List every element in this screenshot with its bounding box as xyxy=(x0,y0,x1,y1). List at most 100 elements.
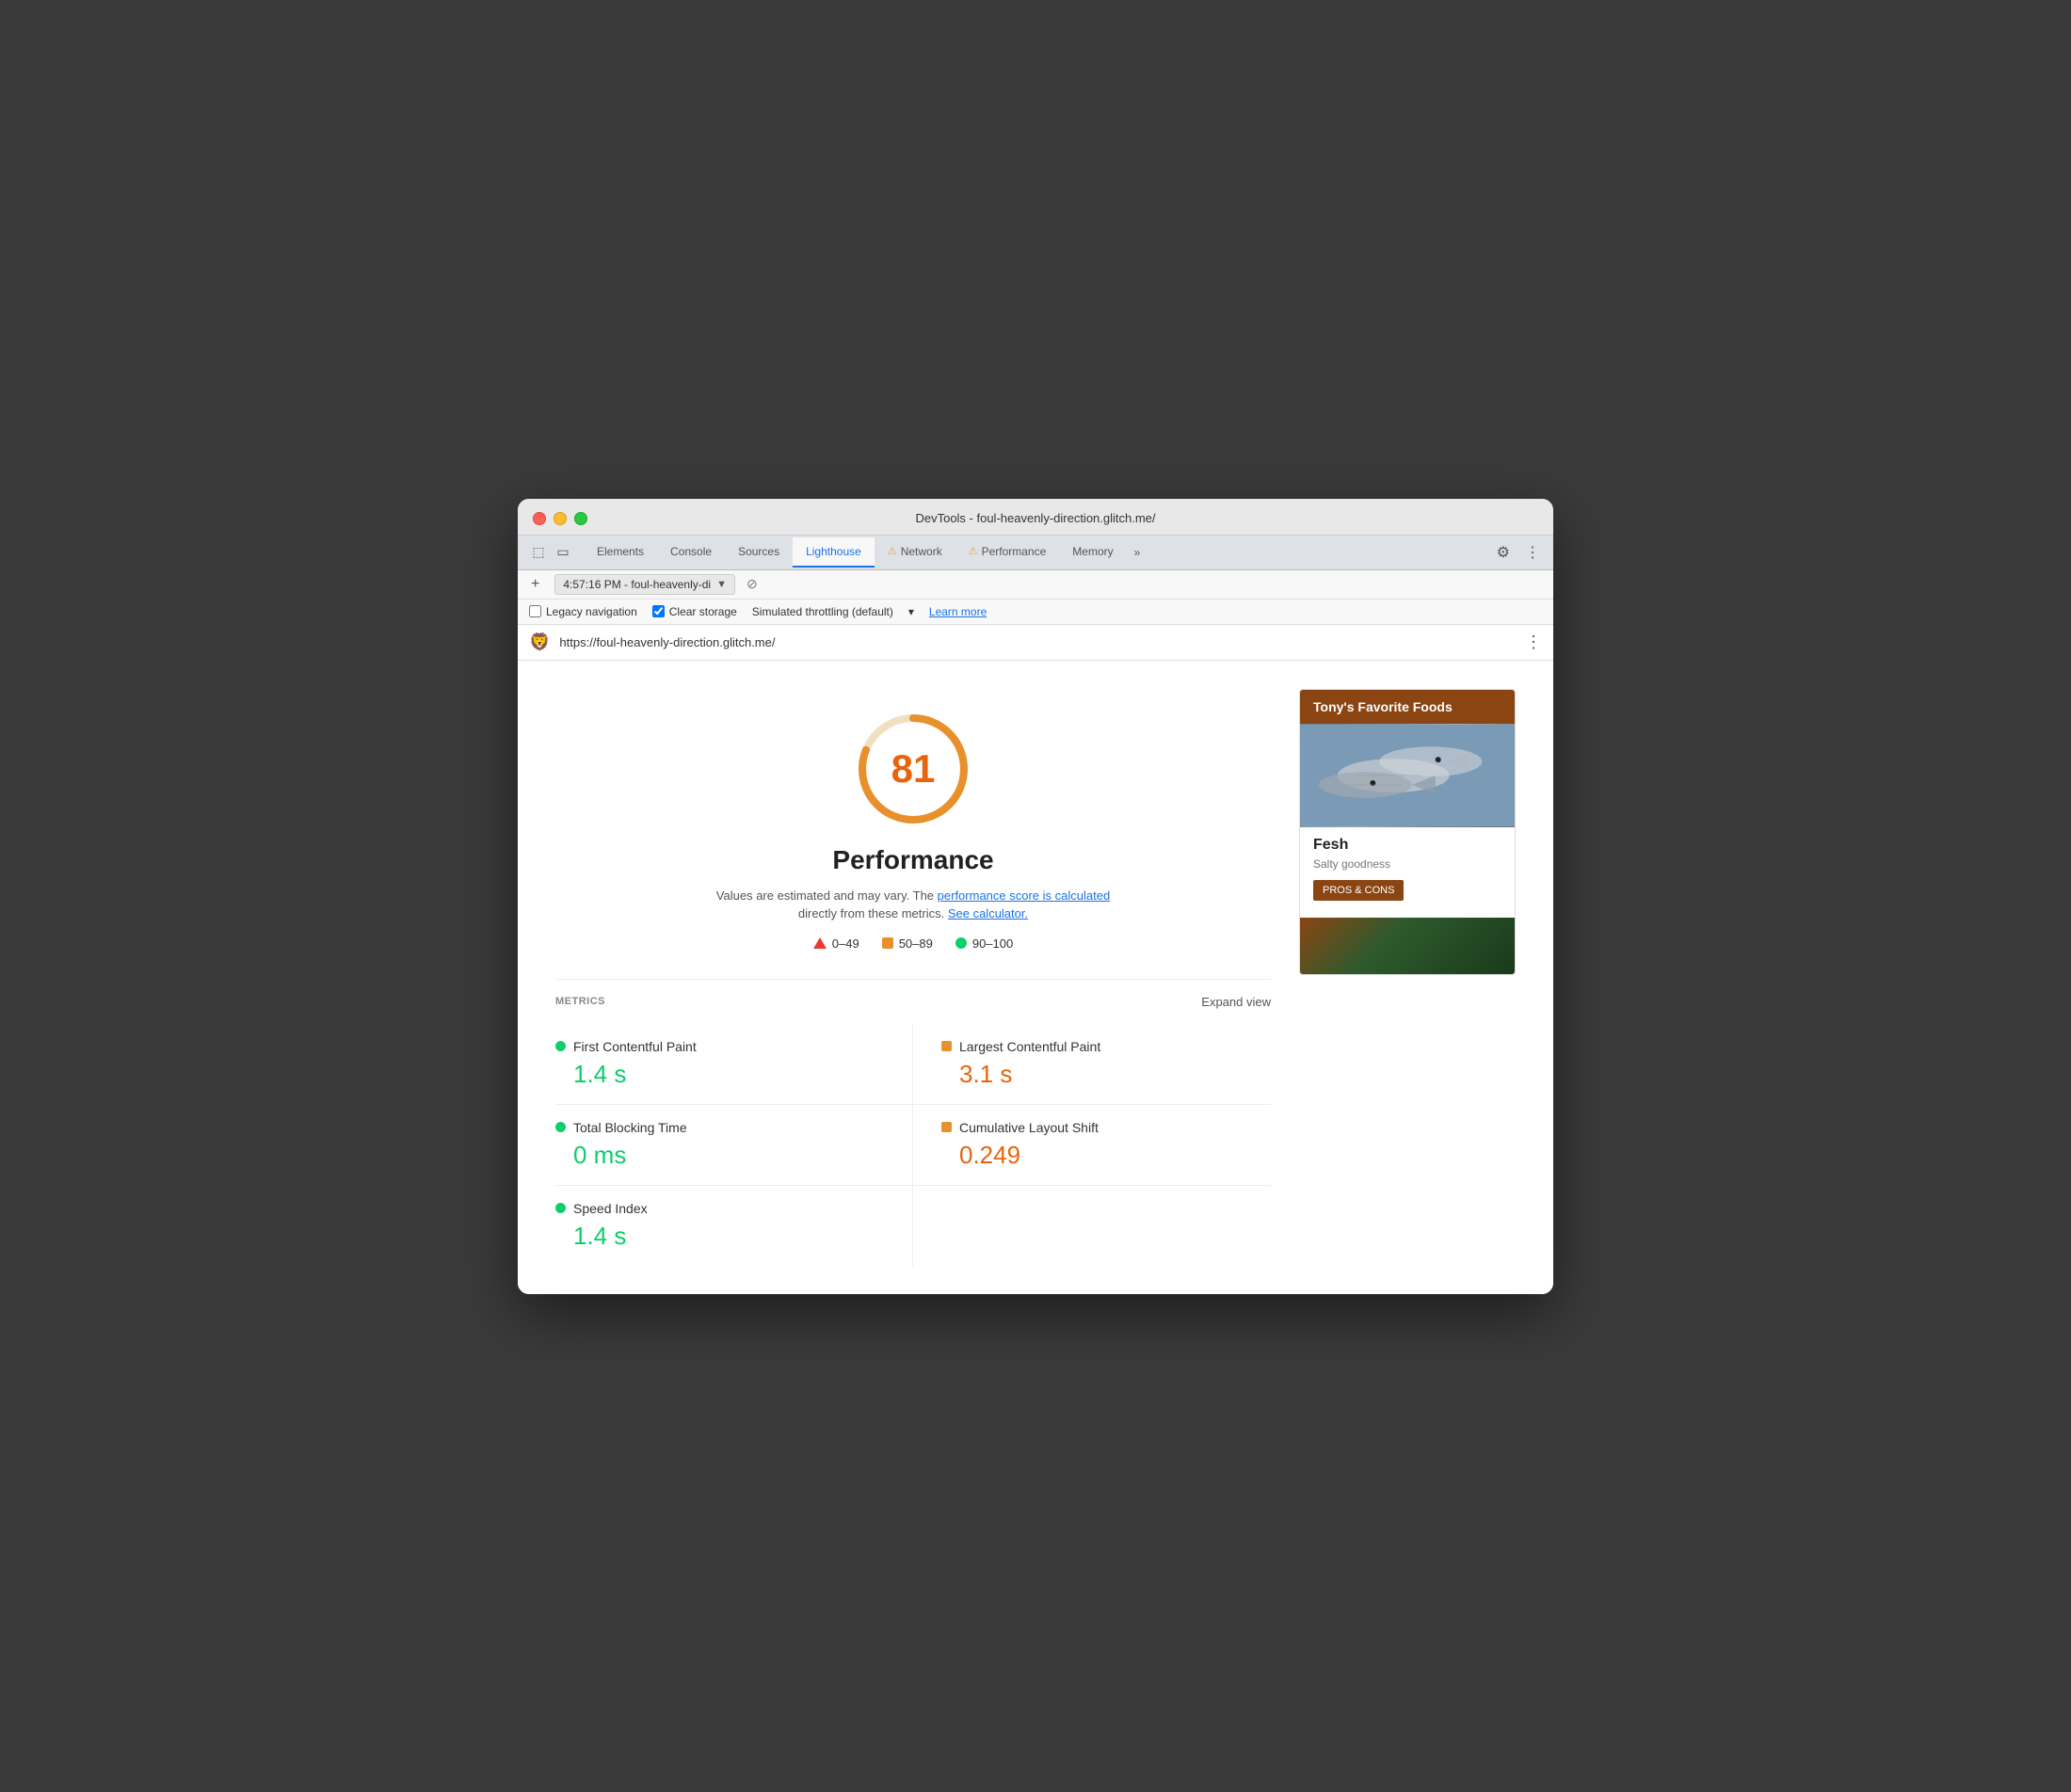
preview-item-name: Fesh xyxy=(1313,837,1501,854)
tab-elements[interactable]: Elements xyxy=(584,537,657,568)
legend-circle-icon xyxy=(955,937,967,949)
warning-icon: ⚠ xyxy=(888,545,897,557)
metric-cls-value: 0.249 xyxy=(941,1141,1252,1170)
preview-image-2 xyxy=(1300,918,1515,974)
metrics-grid: First Contentful Paint 1.4 s Largest Con… xyxy=(555,1024,1271,1266)
legacy-nav-checkbox[interactable]: Legacy navigation xyxy=(529,605,637,618)
traffic-lights xyxy=(533,512,587,525)
left-panel: 81 Performance Values are estimated and … xyxy=(555,689,1271,1266)
throttling-label: Simulated throttling (default) xyxy=(752,605,893,618)
legacy-nav-label: Legacy navigation xyxy=(546,605,637,618)
maximize-button[interactable] xyxy=(574,512,587,525)
metric-cls-name-row: Cumulative Layout Shift xyxy=(941,1120,1252,1135)
legacy-nav-input[interactable] xyxy=(529,605,541,617)
metric-tbt-value: 0 ms xyxy=(555,1141,884,1170)
clear-storage-input[interactable] xyxy=(652,605,665,617)
warning-icon: ⚠ xyxy=(969,545,978,557)
legend-good: 90–100 xyxy=(955,936,1013,951)
tab-network[interactable]: ⚠ Network xyxy=(875,537,955,568)
metric-cls: Cumulative Layout Shift 0.249 xyxy=(913,1105,1271,1186)
legend-triangle-icon xyxy=(813,937,827,949)
metric-tbt-label: Total Blocking Time xyxy=(573,1120,687,1135)
window-title: DevTools - foul-heavenly-direction.glitc… xyxy=(915,511,1155,525)
metric-fcp: First Contentful Paint 1.4 s xyxy=(555,1024,913,1105)
metric-lcp: Largest Contentful Paint 3.1 s xyxy=(913,1024,1271,1105)
metrics-header: METRICS Expand view xyxy=(555,995,1271,1009)
page-icon: 🦁 xyxy=(529,632,550,652)
minimize-button[interactable] xyxy=(554,512,567,525)
pros-cons-button[interactable]: PROS & CONS xyxy=(1313,880,1404,901)
calculator-link[interactable]: See calculator. xyxy=(948,906,1028,920)
tab-lighthouse[interactable]: Lighthouse xyxy=(793,537,875,568)
metric-si-name-row: Speed Index xyxy=(555,1201,884,1216)
session-label: 4:57:16 PM - foul-heavenly-di xyxy=(563,578,711,591)
metric-si: Speed Index 1.4 s xyxy=(555,1186,913,1266)
score-title: Performance xyxy=(832,845,993,875)
preview-card-header: Tony's Favorite Foods xyxy=(1300,690,1515,724)
metric-tbt-indicator xyxy=(555,1122,566,1132)
more-options-button[interactable]: ⋮ xyxy=(1519,536,1546,569)
legend-needs-improvement: 50–89 xyxy=(882,936,933,951)
toolbar-icons: ⬚ ▭ xyxy=(525,536,576,569)
score-section: 81 Performance Values are estimated and … xyxy=(555,689,1271,960)
metric-lcp-name-row: Largest Contentful Paint xyxy=(941,1039,1252,1054)
metric-fcp-indicator xyxy=(555,1041,566,1051)
metric-si-value: 1.4 s xyxy=(555,1222,884,1251)
throttling-dropdown[interactable]: ▾ xyxy=(908,605,914,618)
clear-storage-checkbox[interactable]: Clear storage xyxy=(652,605,737,618)
settings-button[interactable]: ⚙ xyxy=(1487,536,1519,569)
preview-body: Fesh Salty goodness PROS & CONS xyxy=(1300,827,1515,918)
close-button[interactable] xyxy=(533,512,546,525)
metric-fcp-label: First Contentful Paint xyxy=(573,1039,697,1054)
legend-square-icon xyxy=(882,937,893,949)
metric-cls-indicator xyxy=(941,1122,952,1132)
preview-image xyxy=(1300,724,1515,827)
preview-card: Tony's Favorite Foods xyxy=(1299,689,1516,975)
url-bar: 🦁 https://foul-heavenly-direction.glitch… xyxy=(518,625,1553,661)
add-session-button[interactable]: + xyxy=(527,574,543,595)
metric-cls-label: Cumulative Layout Shift xyxy=(959,1120,1099,1135)
metric-fcp-name-row: First Contentful Paint xyxy=(555,1039,884,1054)
metrics-section: METRICS Expand view First Contentful Pai… xyxy=(555,979,1271,1266)
legend-good-range: 90–100 xyxy=(972,936,1013,951)
metric-lcp-label: Largest Contentful Paint xyxy=(959,1039,1100,1054)
lighthouse-toolbar: Legacy navigation Clear storage Simulate… xyxy=(518,600,1553,625)
learn-more-link[interactable]: Learn more xyxy=(929,605,987,618)
metric-lcp-value: 3.1 s xyxy=(941,1060,1252,1089)
tab-memory[interactable]: Memory xyxy=(1059,537,1126,568)
metric-lcp-indicator xyxy=(941,1041,952,1051)
block-icon[interactable]: ⊘ xyxy=(747,576,758,592)
score-desc-main: Values are estimated and may vary. The xyxy=(716,888,934,903)
score-legend: 0–49 50–89 90–100 xyxy=(813,936,1013,951)
score-value: 81 xyxy=(891,746,936,792)
dropdown-arrow-icon: ▾ xyxy=(908,605,914,618)
devtools-window: DevTools - foul-heavenly-direction.glitc… xyxy=(518,499,1553,1294)
metrics-section-label: METRICS xyxy=(555,996,605,1007)
cursor-icon[interactable]: ⬚ xyxy=(529,543,548,562)
device-icon[interactable]: ▭ xyxy=(554,543,572,562)
metric-si-label: Speed Index xyxy=(573,1201,648,1216)
legend-poor: 0–49 xyxy=(813,936,859,951)
tab-sources[interactable]: Sources xyxy=(725,537,793,568)
score-description: Values are estimated and may vary. The p… xyxy=(715,887,1111,923)
metric-fcp-value: 1.4 s xyxy=(555,1060,884,1089)
clear-storage-label: Clear storage xyxy=(669,605,737,618)
metric-si-indicator xyxy=(555,1203,566,1213)
main-content: 81 Performance Values are estimated and … xyxy=(518,661,1553,1294)
expand-view-button[interactable]: Expand view xyxy=(1201,995,1271,1009)
score-circle: 81 xyxy=(852,708,974,830)
tab-performance[interactable]: ⚠ Performance xyxy=(955,537,1060,568)
tab-console[interactable]: Console xyxy=(657,537,725,568)
url-text: https://foul-heavenly-direction.glitch.m… xyxy=(559,635,1516,649)
session-selector[interactable]: 4:57:16 PM - foul-heavenly-di ▼ xyxy=(554,574,735,595)
metric-tbt: Total Blocking Time 0 ms xyxy=(555,1105,913,1186)
url-more-button[interactable]: ⋮ xyxy=(1525,632,1542,652)
metric-tbt-name-row: Total Blocking Time xyxy=(555,1120,884,1135)
more-tabs-button[interactable]: » xyxy=(1127,538,1148,567)
title-bar: DevTools - foul-heavenly-direction.glitc… xyxy=(518,499,1553,536)
right-panel: Tony's Favorite Foods xyxy=(1299,689,1516,1266)
secondary-toolbar: + 4:57:16 PM - foul-heavenly-di ▼ ⊘ xyxy=(518,570,1553,600)
performance-score-link[interactable]: performance score is calculated xyxy=(938,888,1111,903)
legend-poor-range: 0–49 xyxy=(832,936,859,951)
score-desc-mid: directly from these metrics. xyxy=(798,906,944,920)
